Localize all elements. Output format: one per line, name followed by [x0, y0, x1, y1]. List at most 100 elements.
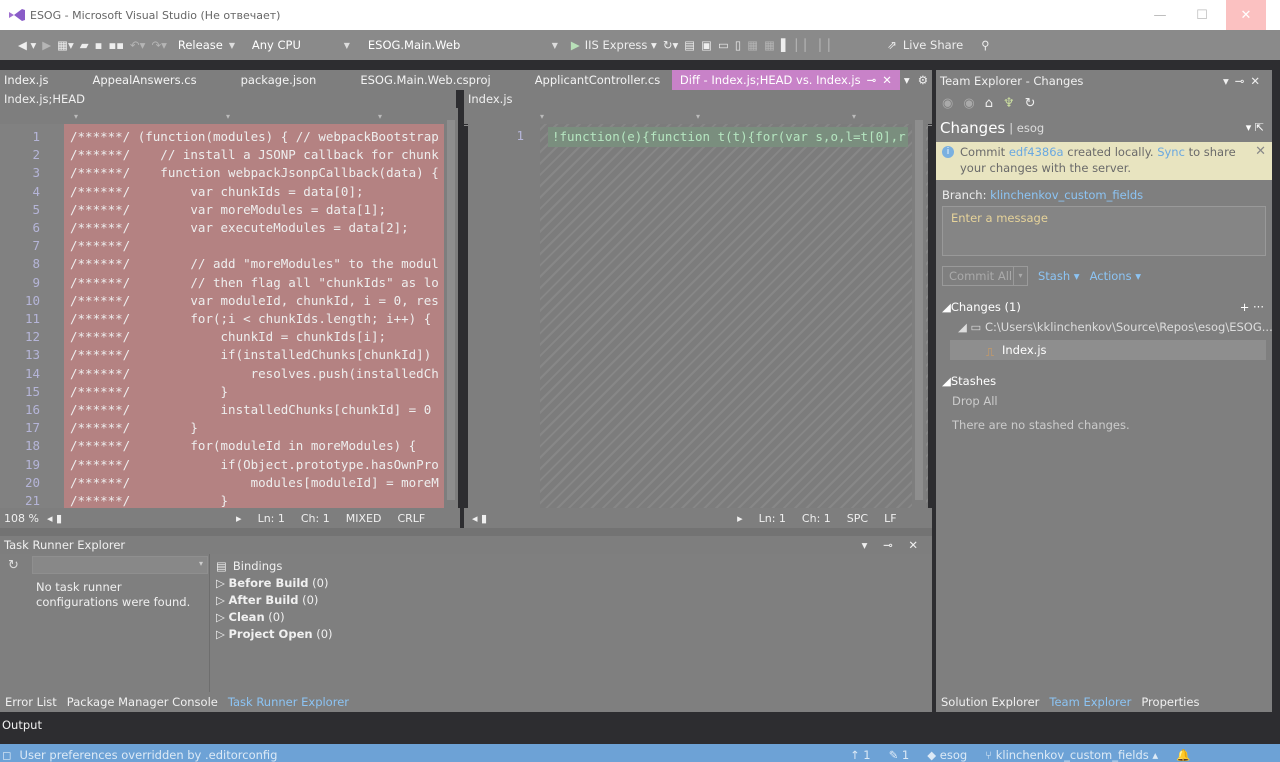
maximize-button[interactable]: ☐ [1182, 0, 1222, 30]
code-line[interactable]: /******/ function webpackJsonpCallback(d… [70, 164, 439, 182]
code-line[interactable]: /******/ [70, 237, 130, 255]
prev-bookmark-icon[interactable]: ▏▏ [796, 34, 814, 56]
redo-icon[interactable]: ↷▾ [151, 34, 166, 56]
changes-section-title[interactable]: Changes | esog ▾ ⇱ [936, 114, 1272, 142]
binding-clean[interactable]: ▷ Clean (0) [216, 609, 333, 626]
close-window-button[interactable]: ✕ [1226, 0, 1266, 30]
stash-link[interactable]: Stash ▾ [1038, 269, 1080, 283]
save-all-icon[interactable]: ▪▪ [108, 34, 124, 56]
home-icon[interactable]: ⌂ [985, 96, 993, 111]
scroll-left-icon[interactable]: ◂ ▮ [47, 512, 62, 525]
next-bookmark-icon[interactable]: ▏▏ [820, 34, 838, 56]
tab-appeal-answers[interactable]: AppealAnswers.cs [85, 70, 205, 90]
section-menu-icon[interactable]: ▾ ⇱ [1246, 114, 1264, 142]
drop-all-link[interactable]: Drop All [936, 394, 1272, 408]
comment-icon[interactable]: ▦ [747, 34, 758, 56]
gear-icon[interactable]: ⚙ [914, 70, 932, 90]
refresh-icon[interactable]: ↻ [1025, 96, 1036, 111]
code-line[interactable]: /******/ modules[moduleId] = moreM [70, 474, 439, 492]
tab-csproj[interactable]: ESOG.Main.Web.csproj [352, 70, 498, 90]
left-eol-indicator[interactable]: CRLF [397, 512, 425, 525]
code-line[interactable]: /******/ } [70, 383, 228, 401]
right-vertical-scrollbar[interactable] [912, 108, 926, 508]
repo-selector[interactable]: ◆ esog [927, 748, 967, 762]
tab-package-json[interactable]: package.json [233, 70, 325, 90]
zoom-level[interactable]: 108 % [4, 512, 39, 525]
tab-diff-active[interactable]: Diff - Index.js;HEAD vs. Index.js ⊸ ✕ [671, 70, 900, 90]
code-line[interactable]: /******/ installedChunks[chunkId] = 0 [70, 401, 431, 419]
code-line[interactable]: /******/ for(;i < chunkIds.length; i++) … [70, 310, 431, 328]
branch-selector[interactable]: ⑂ klinchenkov_custom_fields ▴ [985, 748, 1158, 762]
code-line[interactable]: /******/ } [70, 492, 228, 508]
minimize-button[interactable]: — [1140, 0, 1180, 30]
commit-message-input[interactable]: Enter a message [942, 206, 1266, 256]
right-indent-indicator[interactable]: SPC [847, 512, 868, 525]
uncomment-icon[interactable]: ▦ [764, 34, 775, 56]
panel-controls-icon[interactable]: ▾ ⊸ ✕ [862, 536, 924, 554]
scroll-left-icon[interactable]: ◂ ▮ [472, 512, 487, 525]
changed-file-row[interactable]: ⎍ Index.js [950, 340, 1266, 360]
panel-splitter[interactable] [0, 528, 932, 536]
left-indent-indicator[interactable]: MIXED [346, 512, 382, 525]
pending-changes[interactable]: ✎ 1 [889, 748, 910, 762]
close-notice-icon[interactable]: ✕ [1255, 144, 1266, 160]
tab-package-manager-console[interactable]: Package Manager Console [62, 695, 223, 709]
changes-folder-row[interactable]: ◢ ▭ C:\Users\kklinchenkov\Source\Repos\e… [936, 320, 1272, 334]
code-line[interactable]: /******/ var moduleId, chunkId, i = 0, r… [70, 292, 439, 310]
left-code-area[interactable]: /******/ (function(modules) { // webpack… [64, 124, 444, 508]
open-folder-icon[interactable]: ▰ [80, 34, 89, 56]
add-icon[interactable]: + ··· [1240, 300, 1272, 314]
code-line[interactable]: /******/ (function(modules) { // webpack… [70, 128, 439, 146]
commit-link[interactable]: edf4386a [1009, 145, 1064, 159]
code-line[interactable]: /******/ // install a JSONP callback for… [70, 146, 439, 164]
code-line[interactable]: /******/ // then flag all "chunkIds" as … [70, 274, 439, 292]
forward-icon[interactable]: ◉ [963, 96, 974, 111]
binding-project-open[interactable]: ▷ Project Open (0) [216, 626, 333, 643]
screenshot-icon[interactable]: ▣ [701, 34, 712, 56]
branch-link[interactable]: klinchenkov_custom_fields [990, 188, 1143, 202]
sync-link[interactable]: Sync [1157, 145, 1185, 159]
commit-all-button[interactable]: Commit All ▾ [942, 266, 1028, 286]
browser-link-icon[interactable]: ▤ [684, 34, 695, 56]
scroll-right-icon[interactable]: ▸ [737, 512, 743, 525]
refresh-icon[interactable]: ↻▾ [663, 34, 678, 56]
code-line[interactable]: /******/ } [70, 419, 198, 437]
folder-icon[interactable]: ▭ [718, 34, 729, 56]
back-icon[interactable]: ◀ ▾ [18, 34, 36, 56]
run-button[interactable]: ▶ IIS Express ▾ [571, 34, 657, 56]
code-line[interactable]: /******/ for(moduleId in moreModules) { [70, 437, 416, 455]
startup-project-combo[interactable]: ESOG.Main.Web ▼ [363, 35, 563, 55]
tab-index-js[interactable]: Index.js [0, 70, 57, 90]
right-eol-indicator[interactable]: LF [884, 512, 896, 525]
diff-left-pane[interactable]: 1 2 3 4 5 6 7 8 9 10 11 12 13 14 15 16 17 18 19 20 21 /*****… [0, 124, 456, 508]
actions-link[interactable]: Actions ▾ [1090, 269, 1141, 283]
panel-controls-icon[interactable]: ▾⊸✕ [1223, 70, 1272, 92]
new-project-icon[interactable]: ▦▾ [57, 34, 74, 56]
notifications-icon[interactable]: 🔔 [1176, 748, 1190, 762]
task-runner-project-select[interactable]: ▾ [32, 556, 208, 574]
code-line[interactable]: /******/ if(installedChunks[chunkId]) [70, 346, 431, 364]
code-line[interactable]: /******/ var executeModules = data[2]; [70, 219, 409, 237]
binding-after-build[interactable]: ▷ After Build (0) [216, 592, 333, 609]
output-tab[interactable]: Output [0, 718, 42, 732]
right-code-line[interactable]: !function(e){function t(t){for(var s,o,l… [548, 127, 908, 147]
refresh-icon[interactable]: ↻ [8, 558, 19, 573]
code-line[interactable]: /******/ if(Object.prototype.hasOwnPro [70, 456, 439, 474]
live-share-button[interactable]: ⇗ Live Share [887, 34, 963, 56]
diff-right-pane[interactable]: 1 !function(e){function t(t){for(var s,o… [468, 124, 928, 508]
tab-team-explorer[interactable]: Team Explorer [1044, 695, 1136, 709]
code-line[interactable]: /******/ resolves.push(installedCh [70, 365, 439, 383]
account-icon[interactable]: ⚲ [981, 34, 989, 56]
close-tab-icon[interactable]: ✕ [882, 70, 892, 90]
code-line[interactable]: /******/ chunkId = chunkIds[i]; [70, 328, 386, 346]
scroll-right-icon[interactable]: ▸ [236, 512, 242, 525]
left-vertical-scrollbar[interactable] [444, 108, 458, 508]
tab-solution-explorer[interactable]: Solution Explorer [936, 695, 1044, 709]
bookmark-icon[interactable]: ▌ [781, 34, 790, 56]
changes-group-header[interactable]: ◢ Changes (1) + ··· [936, 300, 1272, 314]
chevron-down-icon[interactable]: ▾ [1013, 267, 1027, 285]
code-line[interactable]: /******/ var moreModules = data[1]; [70, 201, 386, 219]
code-line[interactable]: /******/ var chunkIds = data[0]; [70, 183, 364, 201]
tab-error-list[interactable]: Error List [0, 695, 62, 709]
forward-icon[interactable]: ▶ [42, 34, 51, 56]
